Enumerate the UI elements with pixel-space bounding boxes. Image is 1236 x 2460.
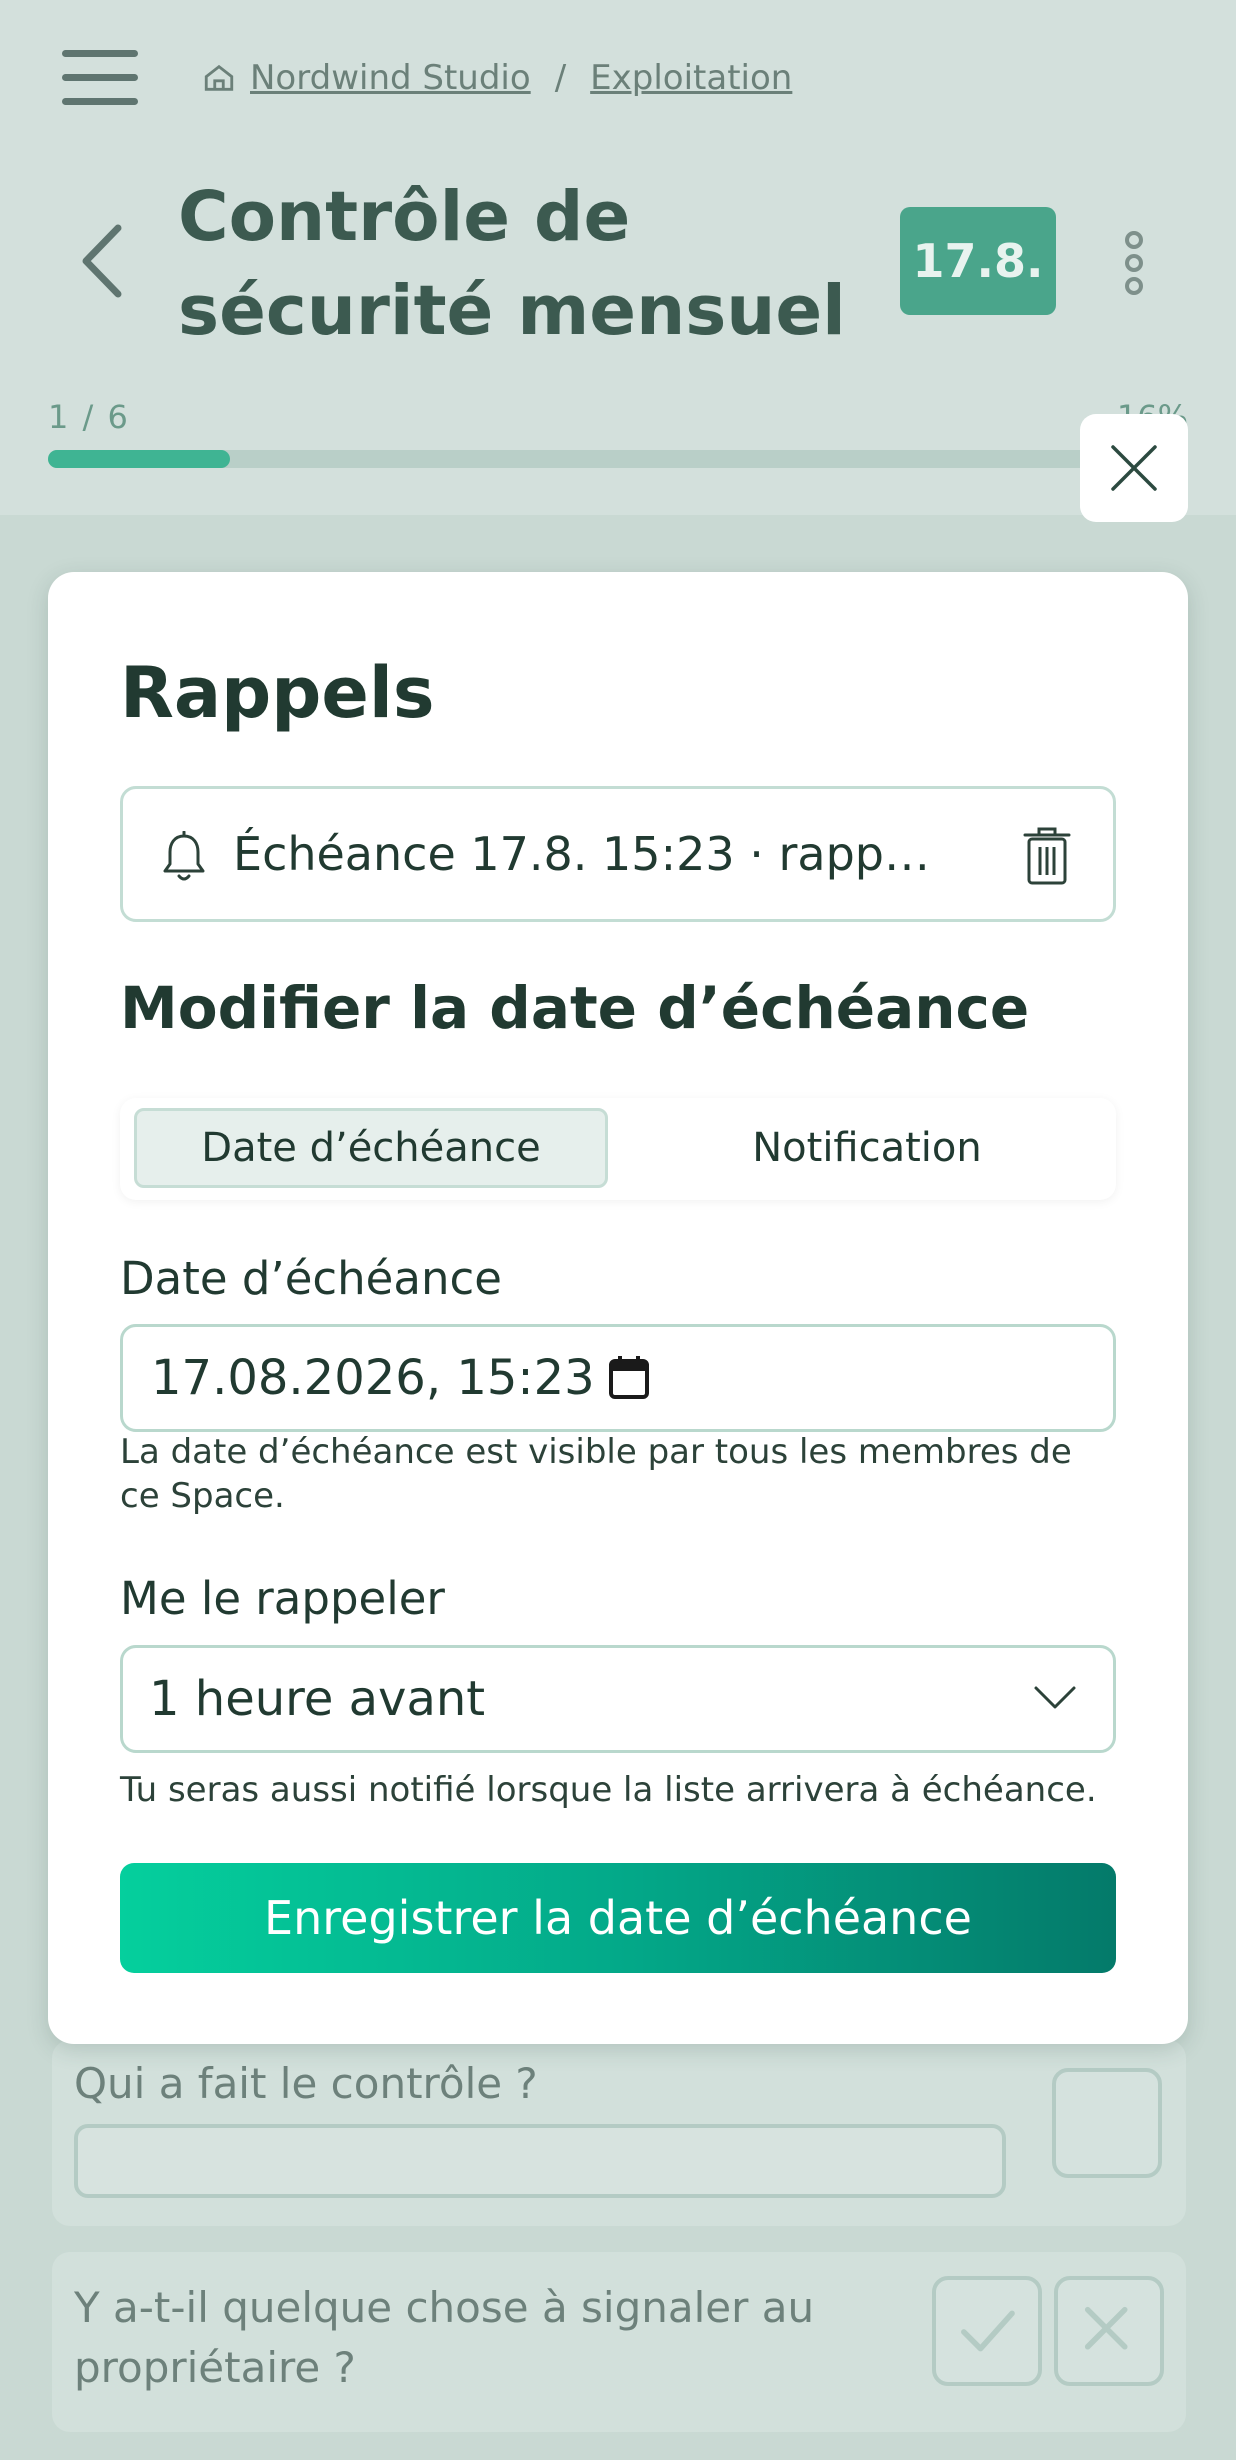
breadcrumb: Nordwind Studio / Exploitation xyxy=(202,58,792,98)
checklist-card: Qui a fait le contrôle ? xyxy=(52,2040,1186,2226)
due-date-help-text: La date d’échéance est visible par tous … xyxy=(120,1432,1072,1516)
checklist-text-input[interactable] xyxy=(74,2124,1006,2198)
page-title: Contrôle de sécurité mensuel xyxy=(178,177,846,351)
home-icon xyxy=(204,64,234,91)
tab-notification[interactable]: Notification xyxy=(630,1108,1104,1188)
due-date-label: Date d’échéance xyxy=(120,1252,502,1305)
breadcrumb-separator: / xyxy=(554,58,567,98)
tab-bar: Date d’échéance Notification xyxy=(120,1098,1116,1200)
checklist-question: Y a-t-il quelque chose à signaler au pro… xyxy=(74,2283,815,2392)
breadcrumb-section-link[interactable]: Exploitation xyxy=(590,58,792,98)
progress-bar xyxy=(48,450,1188,468)
modal-title: Rappels xyxy=(120,652,435,734)
checklist-question: Qui a fait le contrôle ? xyxy=(74,2059,538,2108)
bell-icon xyxy=(163,831,205,881)
close-icon xyxy=(1084,2306,1128,2350)
checklist-card: Y a-t-il quelque chose à signaler au pro… xyxy=(52,2252,1186,2432)
progress-step-label: 1 / 6 xyxy=(48,398,130,436)
calendar-icon[interactable] xyxy=(609,1355,649,1399)
due-date-value: 17.08.2026, 15:23 xyxy=(151,1350,595,1406)
due-date-badge[interactable]: 17.8. xyxy=(900,207,1056,315)
more-icon[interactable] xyxy=(1120,230,1148,296)
check-icon xyxy=(961,2310,1015,2352)
reminders-modal: Rappels Échéance 17.8. 15:23 · rappel 1 … xyxy=(48,572,1188,2044)
breadcrumb-workspace-link[interactable]: Nordwind Studio xyxy=(250,58,531,98)
menu-icon[interactable] xyxy=(62,50,138,106)
close-icon xyxy=(1111,445,1157,491)
no-button[interactable] xyxy=(1054,2276,1164,2386)
checklist-checkbox[interactable] xyxy=(1052,2068,1162,2178)
remind-select-value: 1 heure avant xyxy=(149,1671,486,1727)
back-icon[interactable] xyxy=(78,222,126,300)
chevron-down-icon xyxy=(1034,1686,1076,1709)
remind-label: Me le rappeler xyxy=(120,1572,445,1625)
tab-due-date[interactable]: Date d’échéance xyxy=(134,1108,608,1188)
due-date-input[interactable]: 17.08.2026, 15:23 xyxy=(120,1324,1116,1432)
reminder-item[interactable]: Échéance 17.8. 15:23 · rappel 1 heure av… xyxy=(120,786,1116,922)
remind-select[interactable]: 1 heure avant xyxy=(120,1645,1116,1753)
progress-bar-fill xyxy=(48,450,231,468)
reminder-text: Échéance 17.8. 15:23 · rappel 1 heure av… xyxy=(233,827,953,881)
yes-button[interactable] xyxy=(932,2276,1042,2386)
section-title: Modifier la date d’échéance xyxy=(120,974,1030,1042)
app-header: Nordwind Studio / Exploitation Contrôle … xyxy=(0,0,1236,515)
save-due-date-button[interactable]: Enregistrer la date d’échéance xyxy=(120,1863,1116,1973)
trash-icon[interactable] xyxy=(1023,827,1071,885)
close-modal-button[interactable] xyxy=(1080,414,1188,522)
remind-help-text: Tu seras aussi notifié lorsque la liste … xyxy=(120,1770,1097,1810)
